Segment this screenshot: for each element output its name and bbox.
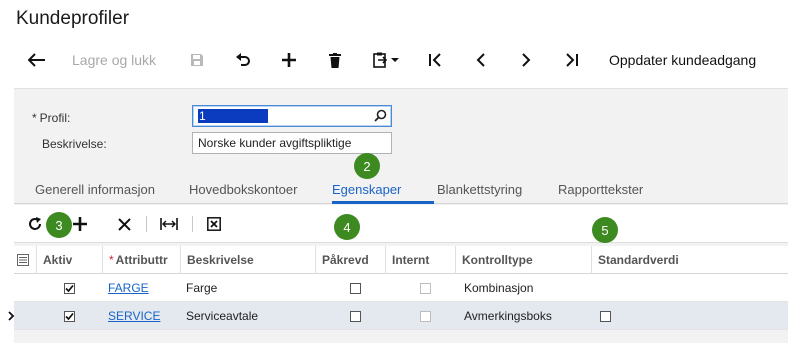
internal-checkbox[interactable] — [420, 282, 431, 294]
description-label: Beskrivelse: — [42, 137, 107, 151]
grid-delete-button[interactable] — [113, 213, 135, 235]
required-checkbox[interactable] — [350, 282, 361, 294]
tab-bar: Generell informasjon Hovedbokskontoer Eg… — [14, 178, 788, 204]
undo-button[interactable] — [232, 48, 254, 72]
next-record-button[interactable] — [515, 48, 537, 72]
internal-checkbox[interactable] — [420, 310, 431, 322]
current-row-indicator — [2, 302, 15, 330]
save-and-close-button[interactable]: Lagre og lukk — [72, 48, 156, 72]
default-value-cell[interactable] — [591, 274, 597, 302]
plus-icon — [282, 53, 296, 67]
required-marker: * — [109, 253, 114, 267]
profile-selector[interactable]: 1 — [192, 105, 392, 127]
attribute-cell[interactable]: SERVICE — [102, 302, 160, 330]
active-cell[interactable] — [58, 302, 75, 330]
profile-value: 1 — [198, 109, 268, 123]
last-record-icon — [566, 53, 578, 67]
toolbar-divider — [146, 216, 147, 232]
save-button[interactable] — [186, 48, 208, 72]
grid-add-button[interactable] — [69, 213, 91, 235]
fit-columns-button[interactable] — [158, 213, 180, 235]
fit-width-icon — [160, 218, 178, 230]
chevron-left-icon — [476, 53, 485, 67]
profile-label-text: Profil: — [39, 111, 71, 125]
attribute-link[interactable]: SERVICE — [108, 309, 160, 323]
main-toolbar: Lagre og lukk Oppdater kundeadgang — [0, 40, 788, 80]
table-row[interactable]: SERVICE Serviceavtale Avmerkingsboks — [8, 302, 788, 330]
first-record-button[interactable] — [424, 48, 446, 72]
grid-toolbar — [14, 205, 788, 243]
close-icon — [117, 217, 131, 231]
checkmark-icon — [65, 312, 74, 320]
toolbar-divider — [192, 216, 193, 232]
plus-icon — [73, 217, 87, 231]
tab-form-management[interactable]: Blankettstyring — [437, 182, 522, 197]
internal-cell[interactable] — [414, 302, 431, 330]
trash-icon — [329, 52, 341, 68]
customer-profiles-page: Kundeprofiler Lagre og lukk Oppdater kun… — [0, 0, 788, 343]
chevron-right-icon — [8, 311, 15, 321]
attribute-link[interactable]: FARGE — [108, 281, 149, 295]
previous-record-button[interactable] — [470, 48, 492, 72]
search-icon[interactable] — [374, 109, 387, 125]
annotation-badge: 3 — [46, 212, 72, 238]
active-checkbox[interactable] — [64, 310, 75, 322]
delete-button[interactable] — [324, 48, 346, 72]
active-checkbox[interactable] — [64, 282, 75, 294]
column-header-internal[interactable]: Internt — [385, 246, 455, 274]
back-button[interactable] — [26, 48, 48, 72]
active-cell[interactable] — [58, 274, 75, 302]
refresh-button[interactable] — [24, 213, 46, 235]
chevron-right-icon — [522, 53, 531, 67]
required-checkbox[interactable] — [350, 310, 361, 322]
excel-export-icon — [207, 217, 221, 231]
control-type-cell[interactable]: Kombinasjon — [458, 274, 533, 302]
description-cell[interactable]: Serviceavtale — [180, 302, 258, 330]
column-header-active[interactable]: Aktiv — [36, 246, 102, 274]
tab-report-texts[interactable]: Rapporttekster — [558, 182, 643, 197]
last-record-button[interactable] — [561, 48, 583, 72]
required-marker: * — [32, 111, 37, 125]
undo-icon — [236, 53, 250, 66]
column-header-attribute-label: Attributtr — [115, 253, 168, 267]
description-cell[interactable]: Farge — [180, 274, 217, 302]
table-row[interactable]: FARGE Farge Kombinasjon — [14, 274, 788, 302]
paste-dropdown-button[interactable] — [368, 48, 404, 72]
annotation-badge: 4 — [334, 214, 360, 240]
column-header-required[interactable]: Påkrevd — [315, 246, 385, 274]
internal-cell[interactable] — [414, 274, 431, 302]
arrow-left-icon — [28, 53, 45, 67]
add-button[interactable] — [278, 48, 300, 72]
description-field[interactable]: Norske kunder avgiftspliktige — [192, 132, 392, 154]
column-settings-icon — [17, 254, 29, 266]
annotation-badge: 2 — [354, 153, 380, 179]
tab-attributes[interactable]: Egenskaper — [332, 182, 401, 197]
active-tab-indicator — [332, 201, 434, 204]
refresh-icon — [29, 217, 41, 230]
profile-label: * Profil: — [32, 111, 70, 125]
required-cell[interactable] — [344, 274, 361, 302]
column-header-attribute[interactable]: * Attributtr — [102, 246, 180, 274]
default-value-cell[interactable] — [594, 302, 611, 330]
first-record-icon — [429, 53, 441, 67]
annotation-badge: 5 — [592, 217, 618, 243]
tab-general-information[interactable]: Generell informasjon — [35, 182, 155, 197]
clipboard-icon — [373, 52, 387, 68]
tab-ledger-accounts[interactable]: Hovedbokskontoer — [189, 182, 297, 197]
update-customer-access-button[interactable]: Oppdater kundeadgang — [609, 48, 756, 72]
export-excel-button[interactable] — [203, 213, 225, 235]
attribute-cell[interactable]: FARGE — [102, 274, 149, 302]
checkmark-icon — [65, 284, 74, 292]
caret-down-icon — [391, 58, 399, 62]
control-type-cell[interactable]: Avmerkingsboks — [458, 302, 552, 330]
required-cell[interactable] — [344, 302, 361, 330]
row-settings-column[interactable] — [14, 246, 36, 274]
page-title: Kundeprofiler — [16, 8, 130, 29]
grid-header: Aktiv * Attributtr Beskrivelse Påkrevd In… — [14, 246, 788, 274]
column-header-control-type[interactable]: Kontrolltype — [455, 246, 591, 274]
default-value-checkbox[interactable] — [600, 310, 611, 322]
column-header-description[interactable]: Beskrivelse — [180, 246, 315, 274]
column-header-default-value[interactable]: Standardverdi — [591, 246, 788, 274]
floppy-disk-icon — [191, 54, 203, 66]
